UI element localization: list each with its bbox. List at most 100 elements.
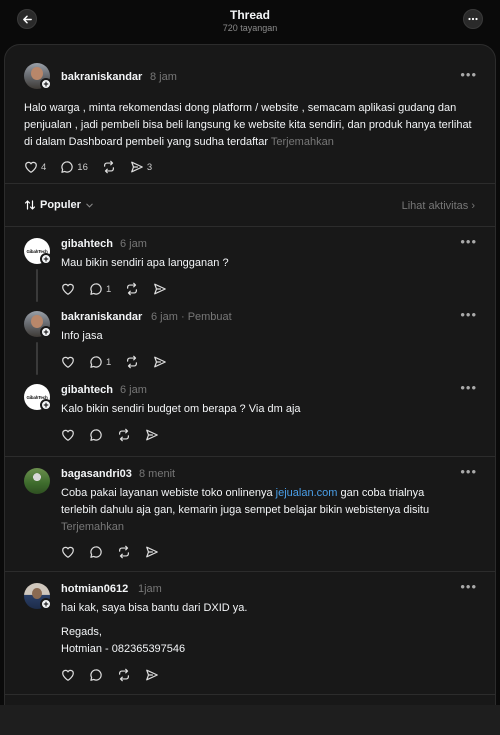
reply-actions — [61, 545, 173, 559]
sort-dropdown[interactable]: Populer — [24, 199, 94, 211]
reply-button[interactable]: 16 — [60, 160, 88, 174]
author-tag: Pembuat — [187, 311, 232, 323]
reply-actions — [61, 668, 173, 682]
timestamp: 6 jam · Pembuat — [151, 311, 232, 323]
comment-icon — [90, 283, 102, 295]
reply-button[interactable]: 1 — [89, 355, 111, 369]
like-button[interactable] — [61, 282, 75, 296]
follow-plus-icon[interactable]: + — [40, 598, 52, 610]
post-menu-icon[interactable]: ••• — [460, 380, 477, 395]
post-text: Halo warga , minta rekomendasi dong plat… — [24, 102, 472, 148]
comment-icon — [90, 429, 102, 441]
send-icon — [146, 546, 158, 558]
send-icon — [131, 161, 143, 173]
share-button[interactable] — [145, 428, 159, 442]
username[interactable]: bagasandri03 — [61, 468, 132, 480]
reply-text: Info jasa — [61, 330, 103, 342]
like-button[interactable] — [61, 668, 75, 682]
username[interactable]: gibahtech — [61, 384, 113, 396]
reply-button[interactable]: 1 — [89, 282, 111, 296]
heart-icon — [62, 669, 74, 681]
like-button[interactable] — [61, 428, 75, 442]
like-button[interactable] — [61, 545, 75, 559]
chevron-right-icon: › — [471, 200, 475, 212]
timestamp: 6 jam — [120, 384, 147, 396]
like-button[interactable] — [61, 355, 75, 369]
reply-text: Hotmian - 082365397546 — [61, 643, 186, 655]
post-menu-icon[interactable]: ••• — [460, 464, 477, 479]
repost-button[interactable] — [125, 282, 139, 296]
timestamp: 6 jam — [120, 238, 147, 250]
thread-card: + bakraniskandar 8 jam ••• Halo warga , … — [4, 44, 496, 735]
send-icon — [146, 669, 158, 681]
avatar[interactable] — [24, 468, 50, 494]
timestamp: 8 jam — [150, 71, 177, 83]
post-actions: 4 16 3 — [24, 160, 166, 174]
bottom-bar — [0, 705, 500, 735]
like-count: 4 — [41, 161, 47, 173]
username[interactable]: hotmian0612 — [61, 583, 128, 595]
heart-icon — [25, 161, 37, 173]
follow-plus-icon[interactable]: + — [40, 78, 52, 90]
heart-icon — [62, 283, 74, 295]
reply-button[interactable] — [89, 428, 103, 442]
thread-line — [36, 342, 38, 375]
repost-icon — [127, 282, 138, 296]
reply-button[interactable] — [89, 668, 103, 682]
reply-button[interactable] — [89, 545, 103, 559]
post-menu-icon[interactable]: ••• — [460, 234, 477, 249]
repost-button[interactable] — [117, 668, 131, 682]
follow-plus-icon[interactable]: + — [40, 399, 52, 411]
reply-text: Regads, — [61, 626, 102, 638]
reply-text: Kalo bikin sendiri budget om berapa ? Vi… — [61, 403, 301, 415]
sort-label: Populer — [40, 199, 81, 211]
username[interactable]: gibahtech — [61, 238, 113, 250]
post-menu-icon[interactable]: ••• — [460, 67, 477, 82]
post-menu-icon[interactable]: ••• — [460, 307, 477, 322]
repost-icon — [119, 428, 129, 442]
send-icon — [154, 283, 167, 295]
repost-button[interactable] — [125, 355, 139, 369]
thread-line — [36, 269, 38, 302]
timestamp: 8 menit — [139, 468, 176, 480]
translate-link[interactable]: Terjemahkan — [61, 521, 124, 533]
share-count: 3 — [146, 161, 153, 173]
more-icon — [468, 17, 478, 21]
divider — [5, 183, 495, 184]
view-activity-link[interactable]: Lihat aktivitas › — [402, 200, 475, 212]
send-icon — [154, 356, 167, 368]
share-button[interactable]: 3 — [130, 160, 152, 174]
website-link[interactable]: jejualan.com — [276, 487, 338, 499]
repost-button[interactable] — [102, 160, 116, 174]
send-icon — [146, 429, 158, 441]
divider — [5, 571, 495, 572]
page-title: Thread — [229, 8, 270, 22]
share-button[interactable] — [153, 282, 167, 296]
reply-count: 1 — [106, 356, 112, 368]
reply-text: Coba pakai layanan webiste toko onlineny… — [61, 487, 430, 533]
comment-icon — [90, 546, 102, 558]
view-count: 720 tayangan — [222, 23, 278, 33]
repost-icon — [127, 355, 138, 369]
reply-actions — [61, 428, 173, 442]
follow-plus-icon[interactable]: + — [40, 253, 52, 265]
follow-plus-icon[interactable]: + — [40, 326, 52, 338]
comment-icon — [90, 356, 102, 368]
divider — [5, 694, 495, 695]
username[interactable]: bakraniskandar — [61, 311, 142, 323]
like-button[interactable]: 4 — [24, 160, 46, 174]
share-button[interactable] — [153, 355, 167, 369]
post-menu-icon[interactable]: ••• — [460, 579, 477, 594]
username[interactable]: bakraniskandar — [61, 71, 142, 83]
share-button[interactable] — [145, 668, 159, 682]
more-options-button[interactable] — [463, 9, 483, 29]
repost-button[interactable] — [117, 428, 131, 442]
comment-icon — [90, 669, 102, 681]
sort-icon — [24, 200, 36, 210]
divider — [5, 226, 495, 227]
divider — [5, 456, 495, 457]
repost-button[interactable] — [117, 545, 131, 559]
repost-icon — [119, 668, 129, 682]
share-button[interactable] — [145, 545, 159, 559]
translate-link[interactable]: Terjemahkan — [271, 136, 334, 148]
